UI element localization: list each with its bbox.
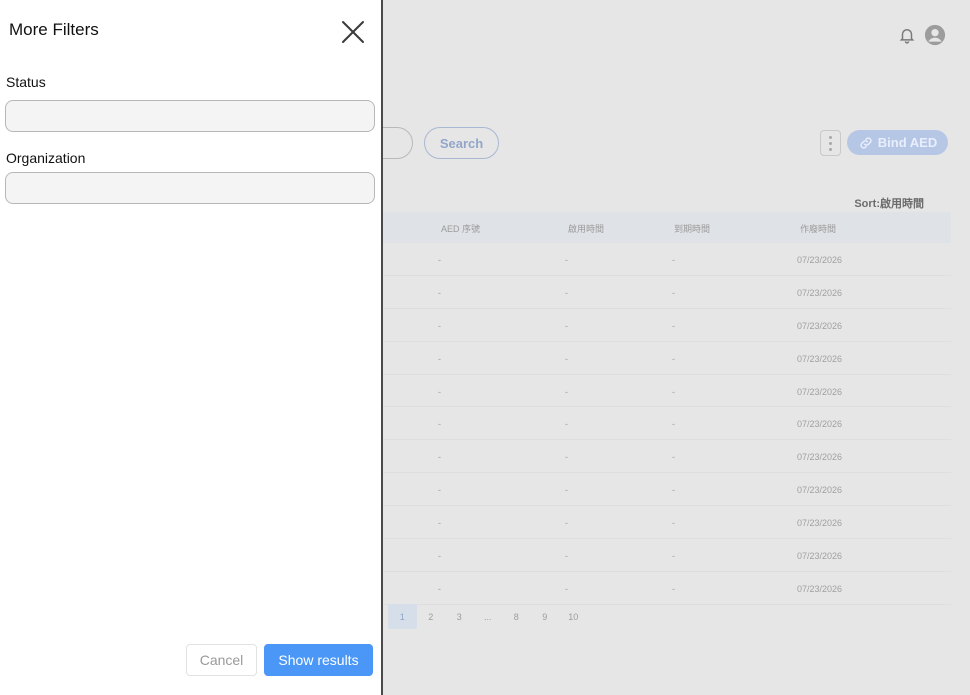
page-button[interactable]: 10 (559, 604, 588, 629)
table-row[interactable]: - - - 07/23/2026 (383, 506, 951, 540)
page-button[interactable]: 9 (531, 604, 560, 629)
table-row[interactable]: - - - 07/23/2026 (383, 539, 951, 572)
organization-select[interactable] (5, 172, 375, 204)
table-cell: - (438, 518, 441, 529)
search-button[interactable]: Search (424, 127, 499, 159)
more-options-icon[interactable] (820, 130, 841, 156)
table-body: - - -07/23/2026- - -07/23/2026- - -07/23/2026-… (383, 243, 951, 605)
table-cell: - (672, 485, 675, 496)
table-cell: - (672, 386, 675, 397)
close-icon[interactable] (338, 17, 368, 47)
page-button[interactable]: 3 (445, 604, 474, 629)
page-button[interactable]: 8 (502, 604, 531, 629)
table-row[interactable]: - - - 07/23/2026 (383, 440, 951, 474)
table-cell: - (672, 518, 675, 529)
table-cell: 07/23/2026 (797, 320, 843, 331)
table-cell: - (565, 551, 568, 562)
table-row[interactable]: - - - 07/23/2026 (383, 342, 951, 375)
cancel-button[interactable]: Cancel (186, 644, 257, 676)
page-button[interactable]: 1 (388, 604, 417, 629)
bell-icon[interactable] (898, 26, 916, 44)
page-button[interactable]: 2 (417, 604, 446, 629)
table-row[interactable]: - - - 07/23/2026 (383, 309, 951, 342)
column-header[interactable]: 到期時間 (674, 222, 710, 235)
drawer-title: More Filters (9, 20, 99, 39)
table-cell: - (565, 583, 568, 594)
table-cell: - (565, 518, 568, 529)
show-results-button[interactable]: Show results (264, 644, 373, 676)
table-cell: - (565, 419, 568, 430)
table-cell: - (565, 386, 568, 397)
table-cell: - (438, 452, 441, 463)
pagination: 1 2 3... 8 9 10 (388, 604, 588, 629)
table-cell: 07/23/2026 (797, 386, 843, 397)
table-row[interactable]: - - - 07/23/2026 (383, 375, 951, 408)
table-cell: - (672, 353, 675, 364)
table-cell: - (438, 320, 441, 331)
bind-aed-button[interactable]: Bind AED (847, 130, 948, 155)
table-cell: - (565, 353, 568, 364)
table-cell: - (672, 419, 675, 430)
column-header[interactable]: AED 序號 (441, 222, 480, 235)
table-cell: 07/23/2026 (797, 287, 843, 298)
column-header[interactable]: 作廢時間 (800, 222, 836, 235)
table-row[interactable]: - - - 07/23/2026 (383, 473, 951, 507)
status-label: Status (6, 74, 46, 90)
table-row[interactable]: - - - 07/23/2026 (383, 243, 951, 276)
table-cell: - (565, 287, 568, 298)
table-header: AED 序號 啟用時間 到期時間 作廢時間 (383, 212, 951, 243)
table-cell: 07/23/2026 (797, 353, 843, 364)
table-cell: - (438, 353, 441, 364)
bind-aed-label: Bind AED (877, 135, 938, 150)
table-cell: 07/23/2026 (797, 485, 843, 496)
link-icon (860, 136, 872, 149)
table-cell: - (565, 255, 568, 265)
table-cell: - (438, 583, 441, 594)
column-header[interactable]: 啟用時間 (568, 222, 604, 235)
pagination-ellipsis: ... (483, 611, 492, 622)
table-row[interactable]: - - - 07/23/2026 (383, 407, 951, 441)
table-cell: - (438, 255, 441, 265)
table-cell: - (672, 452, 675, 463)
table-cell: - (438, 287, 441, 298)
header-actions (898, 24, 946, 46)
table-cell: 07/23/2026 (797, 583, 843, 594)
table-cell: 07/23/2026 (797, 419, 843, 430)
table-cell: - (565, 320, 568, 331)
table-row[interactable]: - - - 07/23/2026 (383, 276, 951, 309)
table-cell: - (438, 485, 441, 496)
sort-label[interactable]: Sort:啟用時間 (854, 195, 924, 211)
table-cell: 07/23/2026 (797, 551, 843, 562)
table-cell: 07/23/2026 (797, 518, 843, 529)
table-cell: - (672, 551, 675, 562)
data-table: AED 序號 啟用時間 到期時間 作廢時間 - - - 07/23/2026 - - - 07… (383, 212, 951, 605)
table-cell: - (672, 255, 675, 265)
table-row[interactable]: - - - 07/23/2026 (383, 572, 951, 605)
filters-drawer: More Filters Status Organization Cancel … (0, 0, 383, 695)
organization-label: Organization (6, 150, 86, 166)
table-cell: - (438, 386, 441, 397)
status-select[interactable] (5, 100, 375, 132)
table-cell: 07/23/2026 (797, 255, 843, 265)
table-cell: - (438, 419, 441, 430)
user-avatar-icon[interactable] (924, 24, 946, 46)
table-cell: - (672, 583, 675, 594)
table-cell: 07/23/2026 (797, 452, 843, 463)
table-cell: - (565, 485, 568, 496)
table-cell: - (672, 287, 675, 298)
table-cell: - (565, 452, 568, 463)
table-cell: - (672, 320, 675, 331)
table-cell: - (438, 551, 441, 562)
